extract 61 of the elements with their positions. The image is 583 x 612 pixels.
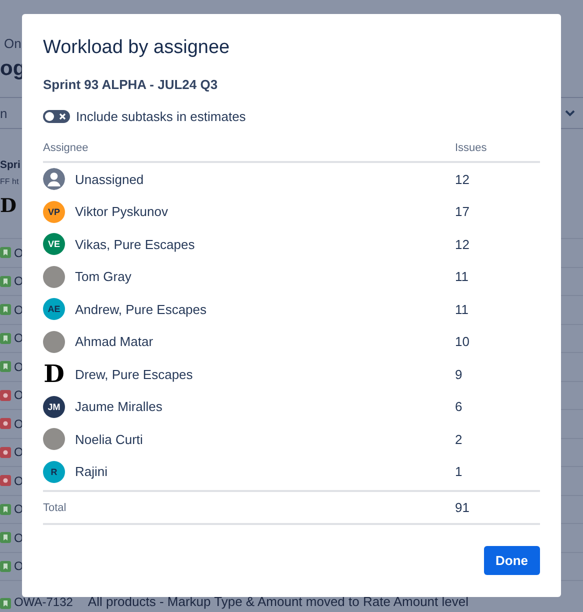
- story-icon: [0, 361, 11, 372]
- total-count: 91: [455, 500, 470, 515]
- issue-count: 9: [455, 366, 464, 382]
- story-icon: [0, 560, 11, 572]
- sprint-note: FF ht: [0, 177, 19, 186]
- story-icon: [0, 304, 11, 316]
- story-icon: [0, 532, 11, 544]
- assignee-name: Ahmad Matar: [75, 334, 154, 350]
- breadcrumb-text: On: [3, 35, 22, 51]
- issue-count: 17: [455, 204, 470, 220]
- story-icon: [0, 598, 11, 608]
- assignee-name: Tom Gray: [75, 269, 132, 284]
- avatar-initials: VP: [43, 200, 65, 223]
- issue-key[interactable]: OWA-7132: [14, 594, 73, 608]
- assignee-name: Rajini: [75, 464, 108, 480]
- toggle-label: Include subtasks in estimates: [76, 109, 246, 124]
- issue-count: 11: [455, 269, 470, 284]
- issue-count: 2: [455, 432, 464, 447]
- avatar-initials: AE: [43, 298, 65, 320]
- assignee-name: Unassigned: [75, 172, 144, 187]
- issue-count: 1: [455, 464, 464, 480]
- story-icon: [0, 332, 11, 344]
- issue-count: 11: [455, 302, 470, 317]
- issue-summary[interactable]: All products - Markup Type & Amount moved to Rate Amount level: [88, 594, 468, 608]
- sprint-title: Sprint 93 ALPHA - JUL24 Q3: [43, 77, 219, 92]
- chevron-down-icon[interactable]: [565, 110, 575, 116]
- avatar-initials: R: [43, 460, 65, 483]
- story-icon: [0, 276, 11, 287]
- toggle-switch[interactable]: [43, 110, 70, 123]
- issue-count: 10: [455, 334, 470, 350]
- avatar-logo-letter: D: [43, 363, 65, 386]
- sprint-name: Spri: [0, 159, 20, 171]
- column-header: Assignee: [43, 142, 90, 154]
- logo-letter: D: [0, 194, 16, 218]
- avatar-photo-placeholder: [43, 428, 65, 450]
- assignee-name: Drew, Pure Escapes: [75, 366, 193, 382]
- done-button[interactable]: Done: [484, 546, 540, 575]
- bug-icon: [0, 390, 11, 401]
- cross-icon: [59, 113, 66, 120]
- assignee-name: Noelia Curti: [75, 432, 143, 447]
- story-icon: [0, 247, 11, 258]
- story-icon: [0, 504, 11, 515]
- bug-icon: [0, 446, 11, 458]
- bug-icon: [0, 418, 11, 430]
- assignee-name: Andrew, Pure Escapes: [75, 302, 207, 317]
- avatar-photo-placeholder: [43, 330, 65, 353]
- avatar-initials: VE: [43, 233, 65, 256]
- avatar-photo-placeholder: [43, 266, 65, 288]
- issue-count: 6: [455, 399, 464, 414]
- assignee-name: Vikas, Pure Escapes: [75, 236, 195, 252]
- avatar-initials: JM: [43, 396, 65, 418]
- dialog-title: Workload by assignee: [43, 36, 231, 60]
- assignee-name: Jaume Miralles: [75, 399, 162, 414]
- assignee-name: Viktor Pyskunov: [75, 204, 168, 220]
- search-field[interactable]: n: [0, 106, 8, 120]
- column-header: Issues: [455, 142, 488, 154]
- total-label: Total: [43, 502, 68, 514]
- issue-count: 12: [455, 236, 470, 252]
- bug-icon: [0, 475, 11, 486]
- user-silhouette-icon: [43, 168, 65, 190]
- issue-count: 12: [455, 172, 470, 187]
